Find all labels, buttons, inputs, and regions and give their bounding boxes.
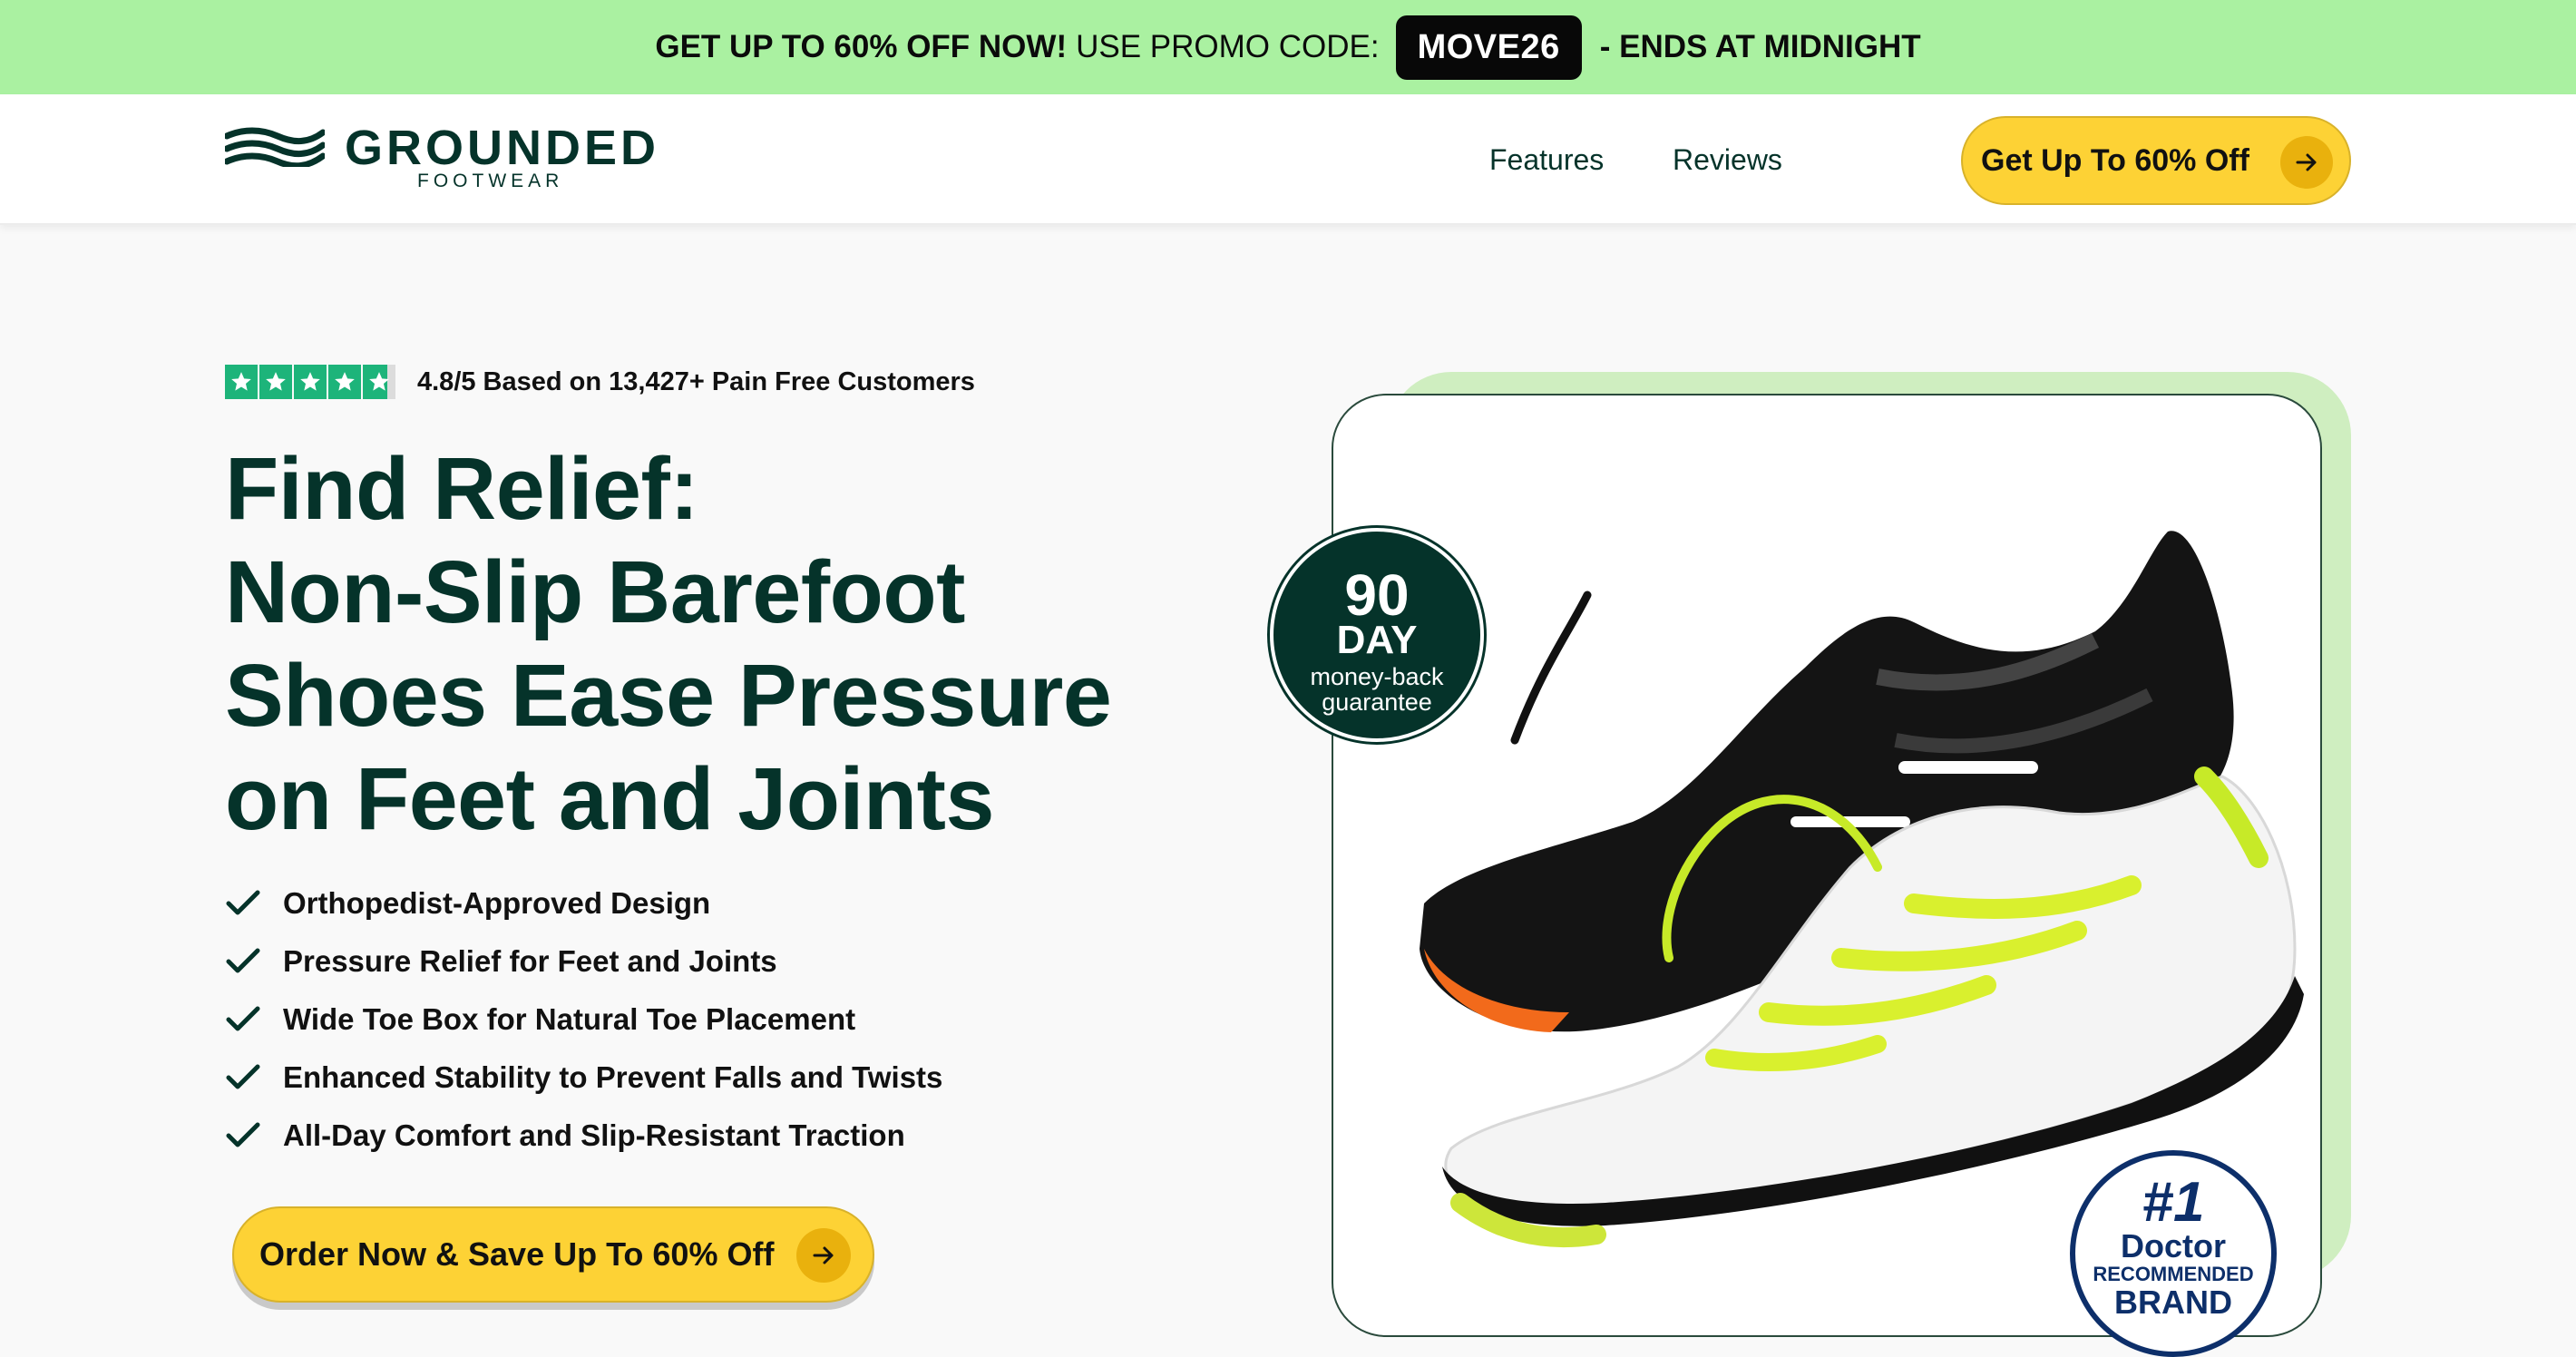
feature-text: All-Day Comfort and Slip-Resistant Tract… bbox=[283, 1118, 905, 1152]
nav-link-features[interactable]: Features bbox=[1489, 143, 1604, 177]
rank-line: BRAND bbox=[2114, 1284, 2232, 1321]
brand-subtitle: FOOTWEAR bbox=[417, 171, 564, 191]
star-half-icon bbox=[363, 365, 395, 399]
guarantee-number: 90 bbox=[1344, 562, 1410, 628]
order-now-button[interactable]: Order Now & Save Up To 60% Off bbox=[232, 1206, 874, 1303]
promo-lead: GET UP TO 60% OFF NOW! bbox=[655, 29, 1068, 64]
star-icon bbox=[294, 365, 327, 399]
header-offer-button[interactable]: Get Up To 60% Off bbox=[1961, 116, 2351, 205]
arrow-right-icon bbox=[2280, 136, 2333, 189]
checkmark-icon bbox=[226, 890, 260, 915]
list-item: Pressure Relief for Feet and Joints bbox=[225, 932, 942, 991]
rating-text: 4.8/5 Based on 13,427+ Pain Free Custome… bbox=[417, 366, 975, 396]
guarantee-text: guarantee bbox=[1322, 688, 1432, 716]
headline-line: Shoes Ease Pressure bbox=[225, 646, 1112, 745]
checkmark-icon bbox=[226, 1006, 260, 1031]
checkmark-icon bbox=[226, 1064, 260, 1089]
order-now-label: Order Now & Save Up To 60% Off bbox=[259, 1235, 775, 1273]
rank-line: Doctor bbox=[2121, 1227, 2226, 1264]
headline-line: on Feet and Joints bbox=[225, 749, 994, 848]
list-item: All-Day Comfort and Slip-Resistant Tract… bbox=[225, 1107, 942, 1165]
feature-text: Orthopedist-Approved Design bbox=[283, 886, 711, 920]
nav-link-reviews[interactable]: Reviews bbox=[1673, 143, 1782, 177]
wave-logo-icon bbox=[225, 127, 325, 167]
list-item: Wide Toe Box for Natural Toe Placement bbox=[225, 991, 942, 1049]
rank-number: #1 bbox=[2142, 1171, 2205, 1234]
headline-line: Non-Slip Barefoot bbox=[225, 542, 965, 641]
guarantee-unit: DAY bbox=[1336, 618, 1418, 662]
money-back-guarantee-badge: 90 DAY money-back guarantee bbox=[1270, 528, 1484, 742]
list-item: Orthopedist-Approved Design bbox=[225, 874, 942, 932]
list-item: Enhanced Stability to Prevent Falls and … bbox=[225, 1049, 942, 1107]
feature-text: Pressure Relief for Feet and Joints bbox=[283, 944, 777, 978]
brand-logo[interactable]: GROUNDED FOOTWEAR bbox=[225, 120, 660, 201]
feature-list: Orthopedist-Approved Design Pressure Rel… bbox=[225, 874, 942, 1165]
headline-line: Find Relief: bbox=[225, 439, 699, 538]
feature-text: Wide Toe Box for Natural Toe Placement bbox=[283, 1002, 856, 1036]
star-icon bbox=[328, 365, 361, 399]
feature-text: Enhanced Stability to Prevent Falls and … bbox=[283, 1060, 943, 1094]
promo-middle: USE PROMO CODE: bbox=[1076, 29, 1380, 64]
star-icon bbox=[259, 365, 292, 399]
brand-name: GROUNDED bbox=[345, 121, 660, 175]
hero-headline: Find Relief: Non-Slip Barefoot Shoes Eas… bbox=[225, 437, 1223, 851]
checkmark-icon bbox=[226, 1122, 260, 1147]
promo-banner: GET UP TO 60% OFF NOW! USE PROMO CODE: M… bbox=[0, 0, 2576, 94]
star-icon bbox=[225, 365, 258, 399]
promo-tail: - ENDS AT MIDNIGHT bbox=[1599, 29, 1921, 64]
doctor-recommended-badge: #1 Doctor RECOMMENDED BRAND bbox=[2070, 1150, 2277, 1357]
arrow-right-icon bbox=[796, 1228, 851, 1283]
checkmark-icon bbox=[226, 948, 260, 973]
guarantee-text: money-back bbox=[1310, 663, 1444, 690]
promo-code[interactable]: MOVE26 bbox=[1395, 15, 1582, 80]
star-rating bbox=[225, 365, 395, 399]
rating-summary: 4.8/5 Based on 13,427+ Pain Free Custome… bbox=[225, 365, 975, 399]
header-offer-label: Get Up To 60% Off bbox=[1981, 142, 2249, 178]
